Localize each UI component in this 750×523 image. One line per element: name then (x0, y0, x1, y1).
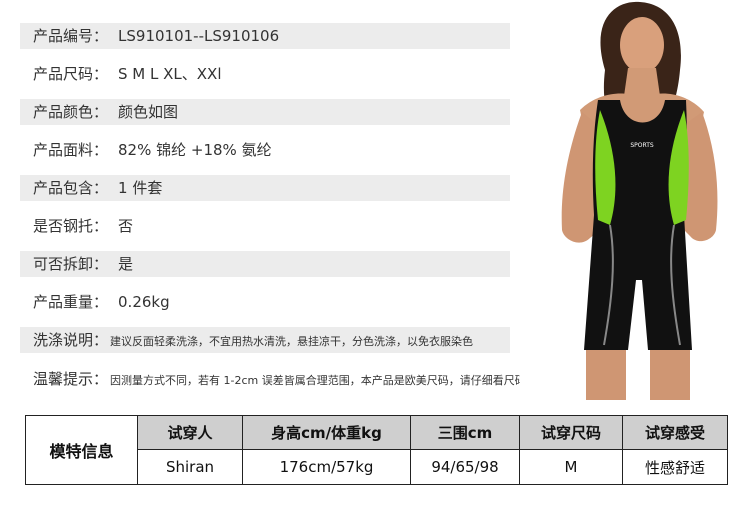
spec-value: 1 件套 (118, 179, 163, 197)
table-cell: 94/65/98 (410, 449, 520, 485)
header-cell: 试穿尺码 (519, 415, 623, 450)
model-info-label: 模特信息 (25, 415, 138, 485)
spec-row-underwire: 是否钢托： 否 (20, 213, 133, 239)
spec-row-fabric: 产品面料： 82% 锦纶 +18% 氨纶 (20, 137, 272, 163)
spec-label: 产品重量： (33, 293, 109, 311)
table-cell: M (519, 449, 623, 485)
table-header-row: 模特信息 试穿人 身高cm/体重kg 三围cm 试穿尺码 试穿感受 (25, 415, 728, 485)
table-cell: 性感舒适 (622, 449, 728, 485)
spec-value: 0.26kg (118, 293, 170, 311)
spec-row-weight: 产品重量： 0.26kg (20, 289, 170, 315)
model-info-table: 模特信息 试穿人 身高cm/体重kg 三围cm 试穿尺码 试穿感受 Shiran… (25, 415, 728, 485)
spec-label: 洗涤说明： (33, 331, 109, 349)
spec-value: LS910101--LS910106 (118, 27, 280, 45)
spec-label: 温馨提示： (33, 370, 109, 388)
table-cell: 176cm/57kg (242, 449, 411, 485)
spec-label: 可否拆卸： (33, 255, 109, 273)
spec-value: 否 (118, 217, 134, 235)
table-cell: Shiran (137, 449, 243, 485)
spec-label: 是否钢托： (33, 217, 109, 235)
spec-label: 产品颜色： (33, 103, 109, 121)
spec-value: 建议反面轻柔洗涤，不宜用热水清洗，悬挂凉干，分色洗涤，以免衣服染色 (110, 335, 474, 348)
spec-label: 产品编号： (33, 27, 109, 45)
spec-label: 产品包含： (33, 179, 109, 197)
spec-label: 产品面料： (33, 141, 109, 159)
spec-value: 是 (118, 255, 134, 273)
spec-row-size: 产品尺码： S M L XL、XXl (20, 61, 222, 87)
model-photo: SPORTS (520, 0, 750, 400)
header-cell: 试穿人 (137, 415, 243, 450)
spec-row-wash: 洗涤说明： 建议反面轻柔洗涤，不宜用热水清洗，悬挂凉干，分色洗涤，以免衣服染色 (20, 327, 510, 353)
spec-label: 产品尺码： (33, 65, 109, 83)
spec-value: 颜色如图 (118, 103, 179, 121)
spec-row-color: 产品颜色： 颜色如图 (20, 99, 510, 125)
spec-value: S M L XL、XXl (118, 65, 222, 83)
spec-value: 82% 锦纶 +18% 氨纶 (118, 141, 272, 159)
header-cell: 身高cm/体重kg (242, 415, 411, 450)
spec-row-includes: 产品包含： 1 件套 (20, 175, 510, 201)
swimsuit-print: SPORTS (630, 142, 654, 149)
header-cell: 三围cm (410, 415, 520, 450)
spec-row-code: 产品编号： LS910101--LS910106 (20, 23, 510, 49)
header-cell: 试穿感受 (622, 415, 728, 450)
spec-row-removable: 可否拆卸： 是 (20, 251, 510, 277)
